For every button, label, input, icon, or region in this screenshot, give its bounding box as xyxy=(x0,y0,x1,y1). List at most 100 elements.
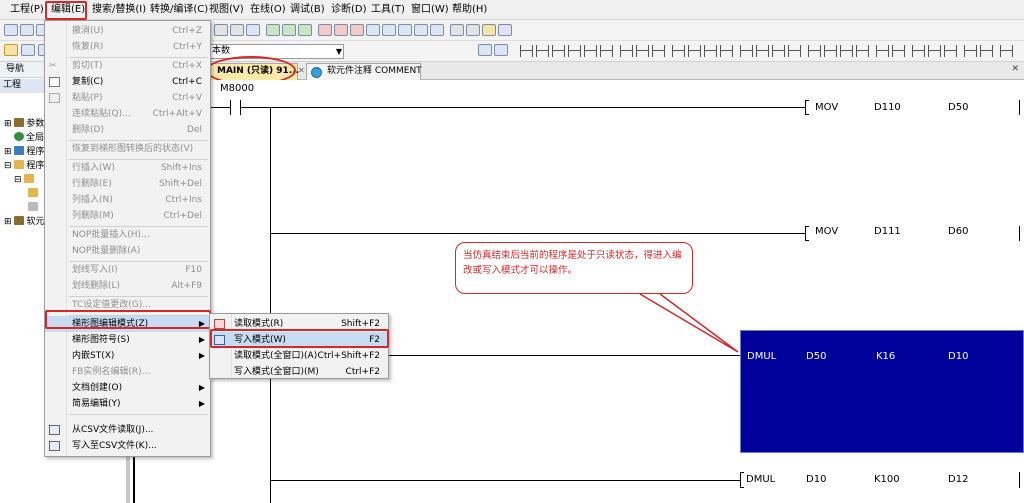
verify-plc-icon[interactable] xyxy=(350,24,364,36)
monitor-write-icon[interactable] xyxy=(398,24,412,36)
menu-item-redo[interactable]: 恢复(R) Ctrl+Y xyxy=(45,39,210,55)
undo-icon[interactable] xyxy=(214,24,228,36)
menu-item-line-write[interactable]: 划线写入(I) F10 xyxy=(45,262,210,278)
menu-item-paste-continuous[interactable]: 连续粘贴(Q)... Ctrl+Alt+V xyxy=(45,106,210,122)
ladder-symbol-icon[interactable] xyxy=(536,45,549,57)
ladder-symbol-icon[interactable] xyxy=(964,45,977,57)
ladder-symbol-icon[interactable] xyxy=(568,45,581,57)
ladder-symbol-icon[interactable] xyxy=(892,45,905,57)
menu-item-delete-row[interactable]: 行删除(E) Shift+Del xyxy=(45,176,210,192)
ladder-symbol-icon[interactable] xyxy=(720,45,733,57)
ladder-symbol-icon[interactable] xyxy=(688,45,701,57)
new-file-icon[interactable] xyxy=(4,24,18,36)
expand-icon[interactable]: ⊞ xyxy=(4,147,12,157)
ladder-symbol-icon[interactable] xyxy=(520,45,533,57)
tree-item-file[interactable] xyxy=(28,202,40,214)
ladder-symbol-icon[interactable] xyxy=(856,45,869,57)
ladder-symbol-icon[interactable] xyxy=(840,45,853,57)
ladder-symbol-icon[interactable] xyxy=(928,45,941,57)
find-icon[interactable] xyxy=(246,24,260,36)
write-plc-icon[interactable] xyxy=(334,24,348,36)
menu-item-undo[interactable]: 撤消(U) Ctrl+Z xyxy=(45,23,210,39)
simulation-settings-icon[interactable] xyxy=(482,24,496,36)
ladder-symbol-icon[interactable] xyxy=(824,45,837,57)
ladder-symbol-icon[interactable] xyxy=(876,45,889,57)
tree-item-global[interactable]: 全局 xyxy=(14,132,44,144)
navigation-toggle-icon[interactable] xyxy=(4,44,18,56)
tree-item-parameter[interactable]: ⊞ 参数 xyxy=(4,118,44,130)
expand-icon[interactable]: ⊞ xyxy=(4,217,12,227)
tab-device-comment[interactable]: 软元件注释 COMMENT xyxy=(306,63,422,80)
menu-help[interactable]: 帮助(H) xyxy=(452,3,487,17)
ladder-symbol-icon[interactable] xyxy=(652,45,665,57)
menu-item-fb-instance[interactable]: FB实例名编辑(R)... xyxy=(45,364,210,380)
tree-item-file[interactable] xyxy=(28,188,40,200)
menu-diagnostics[interactable]: 诊断(D) xyxy=(331,3,367,17)
ladder-symbol-icon[interactable] xyxy=(788,45,801,57)
docking-window-icon[interactable] xyxy=(21,44,35,56)
tree-item-subfolder[interactable]: ⊟ xyxy=(14,174,36,186)
convert-all-icon[interactable] xyxy=(282,24,296,36)
tree-item-device-memory[interactable]: ⊞ 软元 xyxy=(4,216,44,228)
ladder-symbol-icon[interactable] xyxy=(772,45,785,57)
device-batch-icon[interactable] xyxy=(430,24,444,36)
ladder-symbol-icon[interactable] xyxy=(1000,45,1013,57)
menu-project[interactable]: 工程(P) xyxy=(10,3,44,17)
dropdown-tool-icon[interactable] xyxy=(498,24,512,36)
simulation-stop-icon[interactable] xyxy=(466,24,480,36)
menu-item-write-csv[interactable]: 写入至CSV文件(K)... xyxy=(45,438,210,454)
ladder-symbol-icon[interactable] xyxy=(620,45,633,57)
monitor-stop-icon[interactable] xyxy=(382,24,396,36)
ladder-symbol-icon[interactable] xyxy=(584,45,597,57)
ladder-symbol-icon[interactable] xyxy=(600,45,613,57)
menu-item-inline-st[interactable]: 内嵌ST(X) ▶ xyxy=(45,348,210,364)
menu-item-nop-insert[interactable]: NOP批量插入(H)... xyxy=(45,227,210,243)
monitor-icon[interactable] xyxy=(366,24,380,36)
ladder-symbol-icon[interactable] xyxy=(944,45,957,57)
simulation-start-icon[interactable] xyxy=(450,24,464,36)
compile-icon[interactable] xyxy=(298,24,312,36)
menu-item-insert-row[interactable]: 行插入(W) Shift+Ins xyxy=(45,160,210,176)
menu-convert-compile[interactable]: 转换/编译(C) xyxy=(150,3,208,17)
collapse-icon[interactable]: ⊟ xyxy=(14,175,22,185)
device-list-icon[interactable] xyxy=(494,44,508,56)
menu-search-replace[interactable]: 搜索/替换(I) xyxy=(92,3,146,17)
convert-icon[interactable] xyxy=(266,24,280,36)
selected-instruction-block[interactable]: DMUL D50 K16 D10 xyxy=(740,330,1024,453)
menu-item-copy[interactable]: 复制(C) Ctrl+C xyxy=(45,74,210,90)
menu-item-easy-edit[interactable]: 简易编辑(Y) ▶ xyxy=(45,396,210,412)
menu-online[interactable]: 在线(O) xyxy=(250,3,286,17)
ladder-symbol-icon[interactable] xyxy=(756,45,769,57)
tree-item-program[interactable]: ⊟ 程序 xyxy=(4,160,44,172)
menu-tools[interactable]: 工具(T) xyxy=(371,3,405,17)
ladder-symbol-icon[interactable] xyxy=(740,45,753,57)
menu-item-restore-converted[interactable]: 恢复到梯形图转换后的状态(V) xyxy=(45,141,210,157)
menu-window[interactable]: 窗口(W) xyxy=(411,3,449,17)
redo-icon[interactable] xyxy=(230,24,244,36)
ladder-symbol-icon[interactable] xyxy=(704,45,717,57)
ladder-symbol-icon[interactable] xyxy=(912,45,925,57)
menu-item-write-mode-all[interactable]: 写入模式(全窗口)(M) Ctrl+F2 xyxy=(210,364,388,380)
collapse-icon[interactable]: ⊟ xyxy=(4,161,12,171)
open-file-icon[interactable] xyxy=(20,24,34,36)
pane-close-icon[interactable]: ✕ xyxy=(1011,64,1019,74)
watch-icon[interactable] xyxy=(414,24,428,36)
menu-item-cut[interactable]: ✂ 剪切(T) Ctrl+X xyxy=(45,58,210,74)
menu-item-paste[interactable]: 粘贴(P) Ctrl+V xyxy=(45,90,210,106)
ladder-symbol-icon[interactable] xyxy=(636,45,649,57)
device-search-icon[interactable] xyxy=(478,44,492,56)
menu-item-nop-delete[interactable]: NOP批量删除(A) xyxy=(45,243,210,259)
menu-item-ladder-symbol[interactable]: 梯形图符号(S) ▶ xyxy=(45,332,210,348)
read-plc-icon[interactable] xyxy=(318,24,332,36)
menu-debug[interactable]: 调试(B) xyxy=(290,3,325,17)
menu-item-read-mode-all[interactable]: 读取模式(全窗口)(A) Ctrl+Shift+F2 xyxy=(210,348,388,364)
menu-item-document-create[interactable]: 文档创建(O) ▶ xyxy=(45,380,210,396)
menu-item-delete-column[interactable]: 列删除(M) Ctrl+Del xyxy=(45,208,210,224)
ladder-symbol-icon[interactable] xyxy=(552,45,565,57)
menu-view[interactable]: 视图(V) xyxy=(209,3,244,17)
menu-item-delete[interactable]: 删除(D) Del xyxy=(45,122,210,138)
close-icon[interactable]: ✕ xyxy=(298,66,305,75)
menu-item-line-delete[interactable]: 划线删除(L) Alt+F9 xyxy=(45,278,210,294)
tree-item-program-settings[interactable]: ⊞ 程序 xyxy=(4,146,44,158)
expand-icon[interactable]: ⊞ xyxy=(4,119,12,129)
